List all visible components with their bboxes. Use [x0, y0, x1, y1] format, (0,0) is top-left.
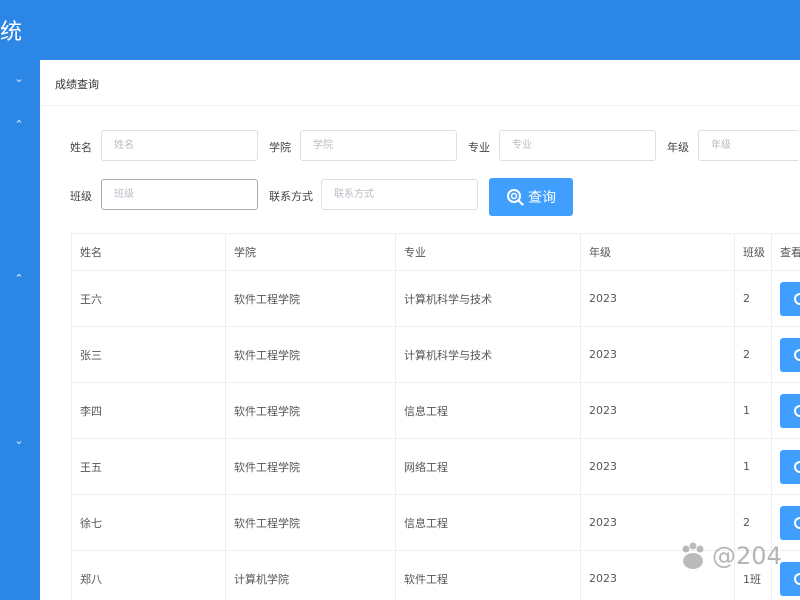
- name-input[interactable]: [101, 130, 258, 161]
- cell-class: 1: [734, 438, 772, 495]
- view-button[interactable]: [780, 449, 800, 484]
- class-label: 班级: [70, 190, 92, 203]
- col-header-class: 班级: [734, 233, 772, 271]
- cell-view: [771, 438, 800, 495]
- cell-view: [771, 270, 800, 327]
- cell-name: 王五: [71, 438, 226, 495]
- cell-college: 软件工程学院: [225, 270, 396, 327]
- view-icon: [794, 404, 800, 417]
- chevron-up-icon[interactable]: ⌃: [12, 272, 26, 285]
- chevron-down-icon[interactable]: ⌄: [12, 434, 26, 447]
- view-button[interactable]: [780, 281, 800, 316]
- view-icon: [794, 292, 800, 305]
- class-input[interactable]: [101, 179, 258, 210]
- cell-class: 2: [734, 326, 772, 383]
- cell-college: 软件工程学院: [225, 382, 396, 439]
- table-row: 王六 软件工程学院 计算机科学与技术 2023 2: [71, 270, 800, 327]
- cell-grade: 2023: [580, 326, 735, 383]
- cell-grade: 2023: [580, 438, 735, 495]
- table-row: 张三 软件工程学院 计算机科学与技术 2023 2: [71, 326, 800, 383]
- cell-college: 软件工程学院: [225, 438, 396, 495]
- col-header-major: 专业: [395, 233, 581, 271]
- cell-name: 张三: [71, 326, 226, 383]
- cell-college: 软件工程学院: [225, 326, 396, 383]
- grade-label: 年级: [667, 141, 689, 154]
- chevron-down-icon[interactable]: ⌄: [12, 72, 26, 85]
- cell-major: 软件工程: [395, 550, 581, 600]
- cell-class: 2: [734, 270, 772, 327]
- main-content: 成绩查询 姓名 学院 专业 年级 班级 联系方式 查询 姓名 学院 专业 年级 …: [40, 60, 800, 600]
- col-header-view: 查看: [771, 233, 800, 271]
- app-title: 统: [0, 20, 24, 45]
- cell-college: 计算机学院: [225, 550, 396, 600]
- chevron-up-icon[interactable]: ⌃: [12, 118, 26, 131]
- view-icon: [794, 460, 800, 473]
- divider: [40, 105, 800, 106]
- college-label: 学院: [269, 141, 291, 154]
- col-header-grade: 年级: [580, 233, 735, 271]
- view-button[interactable]: [780, 561, 800, 596]
- view-button[interactable]: [780, 505, 800, 540]
- cell-view: [771, 326, 800, 383]
- table-header-row: 姓名 学院 专业 年级 班级 查看: [71, 233, 800, 271]
- sidebar: ⌄ ⌃ ⌃ ⌄: [0, 60, 40, 600]
- col-header-college: 学院: [225, 233, 396, 271]
- contact-input[interactable]: [321, 179, 478, 210]
- watermark-text: @204: [712, 542, 782, 570]
- cell-name: 王六: [71, 270, 226, 327]
- col-header-name: 姓名: [71, 233, 226, 271]
- top-header: 统: [0, 0, 800, 60]
- query-button[interactable]: 查询: [489, 178, 573, 216]
- watermark: @204: [678, 541, 782, 571]
- cell-major: 网络工程: [395, 438, 581, 495]
- query-button-label: 查询: [528, 190, 556, 206]
- cell-major: 计算机科学与技术: [395, 326, 581, 383]
- table-row: 李四 软件工程学院 信息工程 2023 1: [71, 382, 800, 439]
- contact-label: 联系方式: [269, 190, 313, 203]
- view-button[interactable]: [780, 337, 800, 372]
- search-icon: [507, 189, 524, 206]
- breadcrumb: 成绩查询: [55, 78, 99, 91]
- cell-grade: 2023: [580, 270, 735, 327]
- cell-college: 软件工程学院: [225, 494, 396, 551]
- cell-class: 1: [734, 382, 772, 439]
- grade-input[interactable]: [698, 130, 800, 161]
- cell-grade: 2023: [580, 382, 735, 439]
- major-label: 专业: [468, 141, 490, 154]
- major-input[interactable]: [499, 130, 656, 161]
- cell-view: [771, 382, 800, 439]
- college-input[interactable]: [300, 130, 457, 161]
- cell-major: 计算机科学与技术: [395, 270, 581, 327]
- cell-major: 信息工程: [395, 382, 581, 439]
- view-icon: [794, 516, 800, 529]
- table-row: 王五 软件工程学院 网络工程 2023 1: [71, 438, 800, 495]
- name-label: 姓名: [70, 141, 92, 154]
- paw-logo-icon: [682, 542, 704, 569]
- view-icon: [794, 572, 800, 585]
- cell-name: 徐七: [71, 494, 226, 551]
- view-button[interactable]: [780, 393, 800, 428]
- cell-name: 李四: [71, 382, 226, 439]
- cell-major: 信息工程: [395, 494, 581, 551]
- view-icon: [794, 348, 800, 361]
- cell-name: 郑八: [71, 550, 226, 600]
